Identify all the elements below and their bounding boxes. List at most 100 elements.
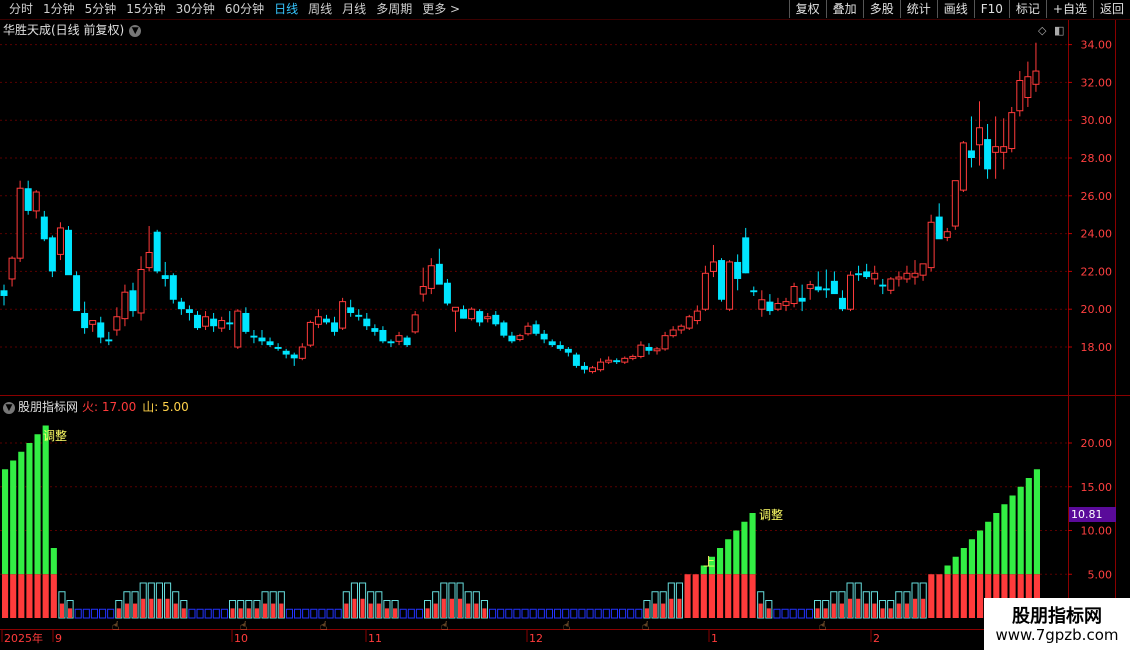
ind-bar-blue [318,608,326,619]
ind-tick-label: 10.00 [1081,525,1113,538]
ind-bar-blue [545,608,553,619]
chevron-down-icon[interactable]: ▼ [3,402,15,414]
candle-body [830,280,838,295]
candle-body [1000,146,1008,153]
hand-marker-icon: ☝ [563,619,570,633]
candle-body [113,316,121,331]
ind-bar-red [913,598,918,618]
ind-bar-blue [797,608,805,619]
candle-body [32,191,40,212]
side-panel-strip[interactable] [1116,20,1130,630]
ind-bar-red [181,608,186,618]
diamond-icon: ◇ [1038,24,1047,37]
candle-body [210,318,218,327]
candle-body [97,322,105,338]
candle-body [129,290,137,312]
ind-bar-red [952,574,959,618]
ind-bar-blue [220,608,228,619]
candle-body [451,306,459,312]
candle-body [572,354,580,366]
candle-body [492,314,500,325]
candle-body [387,341,395,344]
ind-bar-red [766,608,771,618]
ind-bar-red [34,574,41,618]
ind-bar-red [692,574,699,618]
ind-bar-red [944,574,951,618]
ind-bar-blue [90,608,98,619]
ind-bar-red [360,598,365,618]
ind-bar-blue [285,608,293,619]
ind-bar-red [230,608,235,618]
candle-body [564,348,572,353]
ind-bar-blue [554,608,562,619]
ind-bar-red [246,608,251,618]
ind-bar-red [977,574,984,618]
ind-bar-blue [212,608,220,619]
candle-body [967,150,975,158]
price-tick-label: 30.00 [1081,114,1113,127]
price-tick-label: 32.00 [1081,76,1113,89]
candle-body [250,335,258,338]
ind-bar-red [42,574,49,618]
ind-tick-label: 20.00 [1081,437,1113,450]
ind-bar-red [669,598,674,618]
candle-body [371,328,379,332]
candle-body [871,272,879,280]
candle-body [516,335,524,340]
ind-bar-green [977,530,984,575]
candle-body [822,288,830,291]
candle-body [613,360,621,363]
ind-bar-blue [562,608,570,619]
ind-bar-red [904,603,909,618]
ind-bar-green [1033,469,1040,575]
price-tick-label: 20.00 [1081,303,1113,316]
panel-toggle-icon: ◧ [1054,24,1064,37]
candle-body [73,275,81,312]
candle-body [274,347,282,349]
candle-body [750,290,758,293]
ind-bar-green [993,513,1000,575]
candle-body [847,274,855,310]
candle-body [895,276,903,280]
candle-body [943,231,951,238]
candle-body [661,335,669,350]
candle-body [701,272,709,310]
ind-bar-blue [602,608,610,619]
candle-body [709,261,717,272]
ind-bar-red [165,598,170,618]
ind-bar-red [26,574,33,618]
candle-body [314,316,322,325]
candle-body [911,272,919,278]
adjust-label-1: 调整 [43,429,68,443]
candle-body [298,346,306,359]
candle-body [919,263,927,276]
ind-bar-green [50,548,57,575]
ind-bar-green [741,521,748,575]
watermark-title: 股朋指标网 [1012,606,1102,627]
ind-bar-green [960,548,967,575]
candle-body [468,308,476,320]
hand-marker-icon: ☝ [819,619,826,633]
ind-bar-red [839,603,844,618]
hand-marker-icon: ☝ [240,619,247,633]
date-label: 12 [529,632,543,645]
ind-bar-red [823,608,828,618]
candle-body [500,322,508,336]
candle-body [959,142,967,191]
candle-body [637,344,645,357]
date-label: 2025年 [4,631,43,645]
candle-body [838,297,846,310]
ind-tick-label: 15.00 [1081,481,1113,494]
ind-bar-red [700,574,707,618]
candle-body [1032,70,1040,85]
candle-body [185,309,193,313]
ind-bar-green [717,548,724,575]
ind-bar-red [888,608,893,618]
hand-marker-icon: ☝ [320,619,327,633]
indicator-param-1: 火: 17.00 [82,400,137,414]
candle-body [81,312,89,329]
ind-bar-blue [107,608,115,619]
candle-body [427,265,435,289]
ind-bar-red [864,603,869,618]
candle-body [331,322,339,332]
